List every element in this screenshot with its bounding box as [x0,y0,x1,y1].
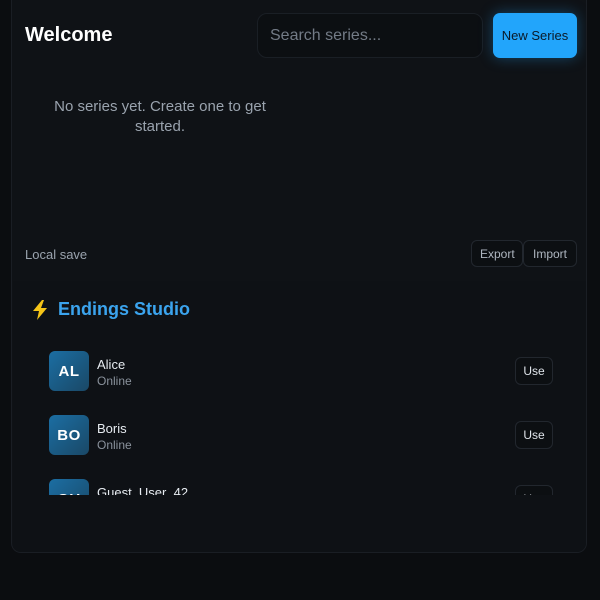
user-row: GU Guest_User_42 Use [49,469,553,495]
studio-name: Endings Studio [58,299,190,319]
avatar: GU [49,479,89,495]
search-box[interactable] [257,13,483,58]
user-name: Guest_User_42 [97,485,189,495]
user-name: Alice [97,357,126,372]
app-page: Welcome New Series No series yet. Create… [0,0,600,600]
studio-title: Endings Studio [32,299,190,320]
empty-state-message: No series yet. Create one to get started… [54,98,266,135]
page-title: Welcome [25,24,113,46]
use-button[interactable]: Use [515,485,553,495]
import-button[interactable]: Import [523,240,577,267]
user-status: Online [97,374,132,388]
search-input[interactable] [258,14,482,57]
lightning-bolt-icon [32,299,48,320]
avatar: BO [49,415,89,455]
local-save-label: Local save [25,247,88,262]
new-series-button[interactable]: New Series [493,13,577,58]
user-row: BO Boris Online Use [49,405,553,469]
studio-section: Endings Studio AL Alice Online Use BO Bo… [13,281,586,552]
user-status: Online [97,438,132,452]
use-button[interactable]: Use [515,357,553,385]
export-button[interactable]: Export [471,240,523,267]
user-row: AL Alice Online Use [49,341,553,405]
use-button[interactable]: Use [515,421,553,449]
main-panel: Welcome New Series No series yet. Create… [11,0,587,553]
user-name: Boris [97,421,127,436]
avatar: AL [49,351,89,391]
user-list: AL Alice Online Use BO Boris Online Use … [49,341,553,495]
